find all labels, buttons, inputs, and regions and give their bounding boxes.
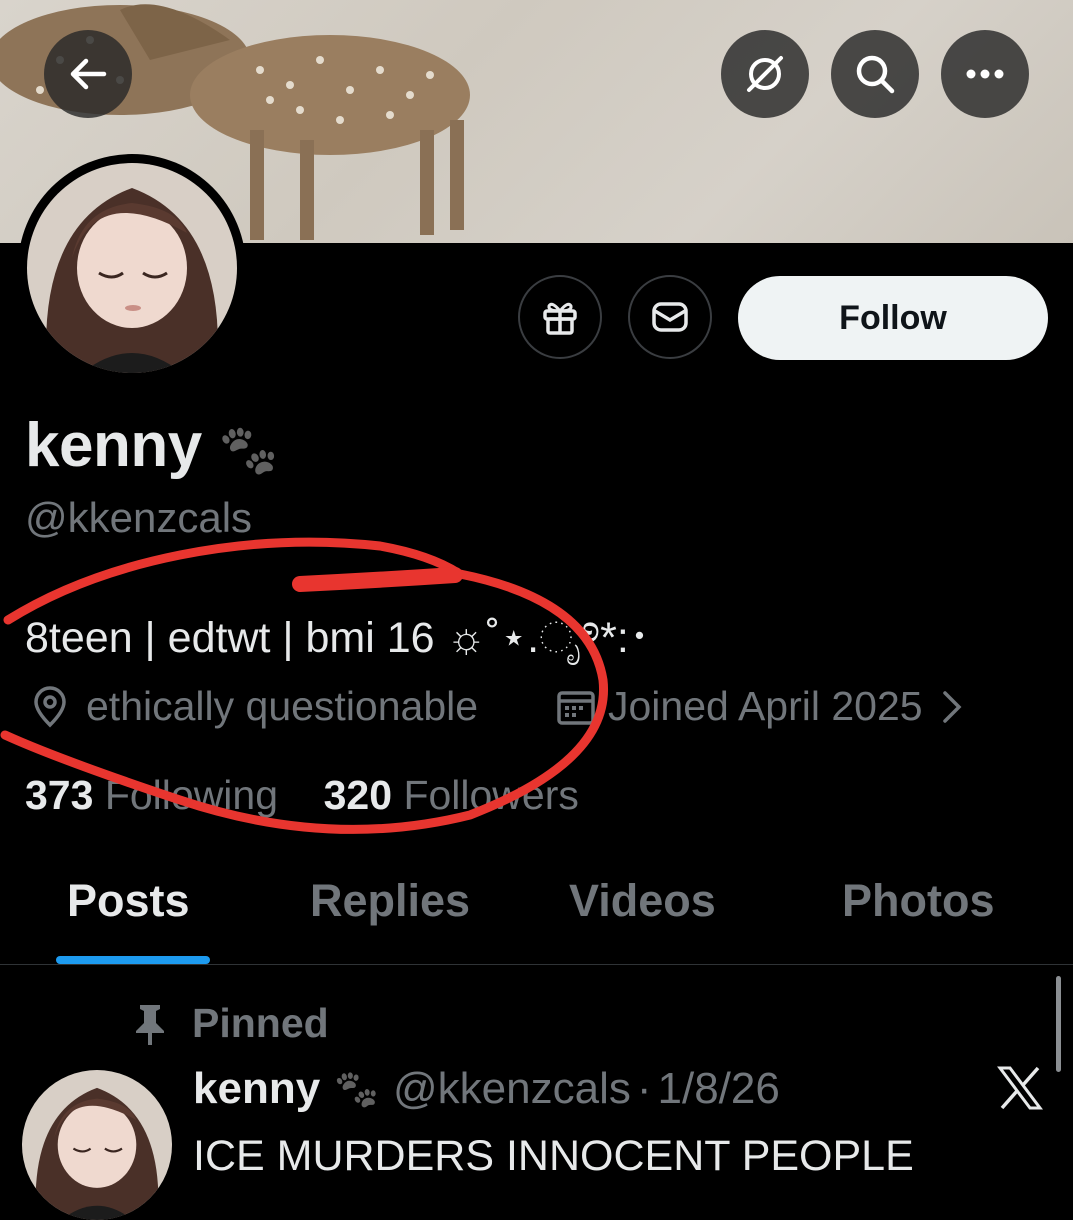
mail-icon: [652, 302, 688, 332]
followers-count: 320: [323, 772, 393, 818]
profile-handle: @kkenzcals: [25, 494, 253, 541]
post-author-handle[interactable]: @kkenzcals: [393, 1064, 631, 1114]
arrow-left-icon: [70, 58, 107, 90]
profile-location: ethically questionable: [28, 683, 478, 730]
paw-emoji: 🐾: [218, 424, 278, 477]
more-icon: [966, 69, 1004, 79]
gift-button[interactable]: [518, 275, 602, 359]
gift-icon: [543, 302, 577, 335]
post-author-avatar[interactable]: [22, 1070, 172, 1220]
post-date[interactable]: 1/8/26: [658, 1064, 780, 1114]
search-icon: [856, 55, 895, 94]
profile-joined[interactable]: Joined April 2025: [554, 683, 967, 730]
grok-button[interactable]: [721, 30, 809, 118]
location-text: ethically questionable: [86, 683, 479, 729]
profile-name: kenny 🐾: [25, 410, 278, 481]
pinned-indicator: Pinned: [130, 1000, 329, 1047]
follow-button[interactable]: Follow: [738, 276, 1048, 360]
scrollbar[interactable]: [1056, 976, 1061, 1072]
tab-posts[interactable]: Posts: [67, 875, 190, 927]
calendar-icon: [557, 690, 595, 725]
post-author-name[interactable]: kenny: [193, 1064, 320, 1114]
location-pin-icon: [34, 685, 66, 727]
x-logo-icon: [996, 1065, 1044, 1116]
profile-avatar[interactable]: [18, 154, 246, 382]
grok-icon: [747, 56, 783, 92]
active-tab-indicator: [56, 956, 210, 964]
joined-text: Joined April 2025: [608, 683, 923, 729]
profile-name-text: kenny: [25, 411, 202, 480]
following-link[interactable]: 373 Following: [25, 772, 278, 818]
post-text: ICE MURDERS INNOCENT PEOPLE: [193, 1132, 914, 1180]
followers-label: Followers: [403, 772, 579, 818]
avatar-doll-image: [22, 1070, 172, 1220]
more-button[interactable]: [941, 30, 1029, 118]
pin-icon: [136, 1004, 164, 1045]
paw-emoji: 🐾: [334, 1068, 379, 1109]
post-separator: ·: [636, 1064, 652, 1113]
pinned-label: Pinned: [192, 1000, 329, 1046]
avatar-doll-image: [27, 163, 237, 373]
profile-stats: 373 Following 320 Followers: [25, 772, 579, 819]
tabs-divider: [0, 964, 1073, 965]
search-button[interactable]: [831, 30, 919, 118]
following-count: 373: [25, 772, 94, 818]
followers-link[interactable]: 320 Followers: [324, 772, 579, 818]
tab-videos[interactable]: Videos: [569, 875, 716, 927]
following-label: Following: [104, 772, 279, 818]
tab-photos[interactable]: Photos: [842, 875, 995, 927]
tab-replies[interactable]: Replies: [310, 875, 470, 927]
back-button[interactable]: [44, 30, 132, 118]
message-button[interactable]: [628, 275, 712, 359]
post-header: kenny 🐾 @kkenzcals · 1/8/26: [193, 1064, 780, 1114]
chevron-right-icon: [942, 690, 962, 723]
